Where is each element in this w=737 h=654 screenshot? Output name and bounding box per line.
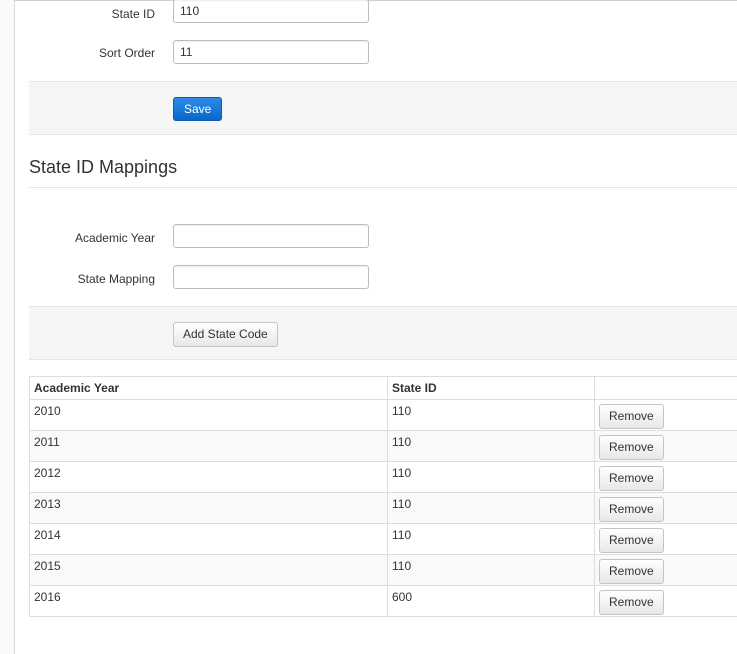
save-actions: Save [29, 81, 737, 135]
row-year: 2014 [29, 523, 388, 555]
table-row: 2014 110 Remove [29, 523, 737, 555]
header-academic-year: Academic Year [29, 376, 388, 400]
table-header-row: Academic Year State ID [29, 376, 737, 400]
table-row: 2010 110 Remove [29, 399, 737, 431]
row-actions: Remove [594, 554, 737, 586]
remove-button[interactable]: Remove [599, 404, 664, 429]
row-actions: Remove [594, 430, 737, 462]
save-button[interactable]: Save [173, 97, 223, 121]
row-state-id: 110 [387, 430, 595, 462]
state-id-input[interactable] [173, 0, 369, 23]
sort-order-row: Sort Order [29, 40, 737, 70]
state-mapping-label: State Mapping [77, 272, 155, 286]
state-mappings-table: Academic Year State ID 2010 110 Remove 2… [29, 376, 737, 617]
row-actions: Remove [594, 461, 737, 493]
section-title: State ID Mappings [29, 157, 737, 188]
table-row: 2012 110 Remove [29, 461, 737, 493]
row-state-id: 110 [387, 492, 595, 524]
add-actions: Add State Code [29, 306, 737, 360]
state-id-row: State ID [29, 0, 737, 30]
academic-year-row: Academic Year [29, 224, 737, 254]
row-state-id: 110 [387, 399, 595, 431]
row-year: 2013 [29, 492, 388, 524]
row-actions: Remove [594, 523, 737, 555]
remove-button[interactable]: Remove [599, 497, 664, 522]
row-state-id: 110 [387, 461, 595, 493]
state-mapping-row: State Mapping [29, 265, 737, 295]
academic-year-input[interactable] [173, 224, 369, 248]
row-actions: Remove [594, 585, 737, 617]
header-actions [594, 376, 737, 400]
table-row: 2013 110 Remove [29, 492, 737, 524]
remove-button[interactable]: Remove [599, 435, 664, 460]
row-state-id: 110 [387, 523, 595, 555]
row-year: 2011 [29, 430, 388, 462]
table-row: 2015 110 Remove [29, 554, 737, 586]
header-state-id: State ID [387, 376, 595, 400]
remove-button[interactable]: Remove [599, 590, 664, 615]
table-row: 2011 110 Remove [29, 430, 737, 462]
academic-year-label: Academic Year [74, 231, 155, 245]
row-year: 2010 [29, 399, 388, 431]
remove-button[interactable]: Remove [599, 559, 664, 584]
row-year: 2012 [29, 461, 388, 493]
row-actions: Remove [594, 492, 737, 524]
table-row: 2016 600 Remove [29, 585, 737, 617]
row-state-id: 600 [387, 585, 595, 617]
state-id-label: State ID [111, 7, 155, 21]
row-year: 2016 [29, 585, 388, 617]
remove-button[interactable]: Remove [599, 528, 664, 553]
add-state-code-button[interactable]: Add State Code [173, 322, 278, 347]
row-state-id: 110 [387, 554, 595, 586]
row-actions: Remove [594, 399, 737, 431]
left-rail [0, 0, 15, 654]
state-mapping-input[interactable] [173, 265, 369, 289]
remove-button[interactable]: Remove [599, 466, 664, 491]
sort-order-input[interactable] [173, 40, 369, 64]
row-year: 2015 [29, 554, 388, 586]
sort-order-label: Sort Order [98, 46, 155, 60]
